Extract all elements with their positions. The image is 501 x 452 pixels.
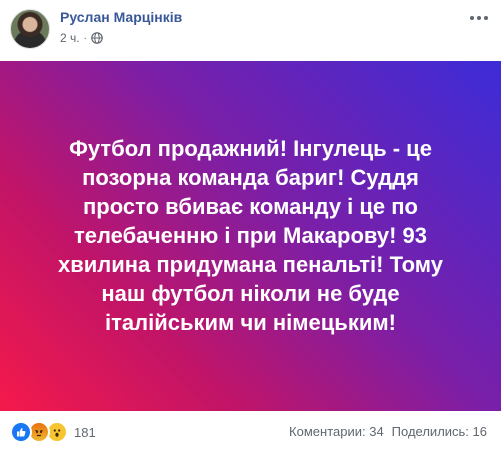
avatar[interactable] [10, 9, 50, 49]
post-header: Руслан Марцінків 2 ч. · [0, 0, 501, 58]
post-stats: Коментарии: 34 Поделились: 16 [289, 424, 487, 439]
shares-count[interactable]: Поделились: 16 [392, 424, 487, 439]
reaction-count[interactable]: 181 [74, 425, 96, 440]
meta-separator: · [83, 32, 87, 44]
comments-count[interactable]: Коментарии: 34 [289, 424, 384, 439]
post-meta: 2 ч. · [60, 31, 103, 45]
more-options-icon[interactable] [467, 8, 491, 28]
like-reaction-icon [10, 421, 32, 443]
author-name[interactable]: Руслан Марцінків [60, 9, 182, 25]
post-footer: 181 Коментарии: 34 Поделились: 16 [0, 411, 501, 452]
post-text: Футбол продажний! Інгулець - це позорна … [57, 135, 444, 335]
globe-icon[interactable] [91, 32, 103, 44]
post-background: Футбол продажний! Інгулець - це позорна … [0, 61, 501, 411]
post-time[interactable]: 2 ч. [60, 31, 80, 45]
reactions-summary[interactable]: 181 [10, 421, 96, 443]
